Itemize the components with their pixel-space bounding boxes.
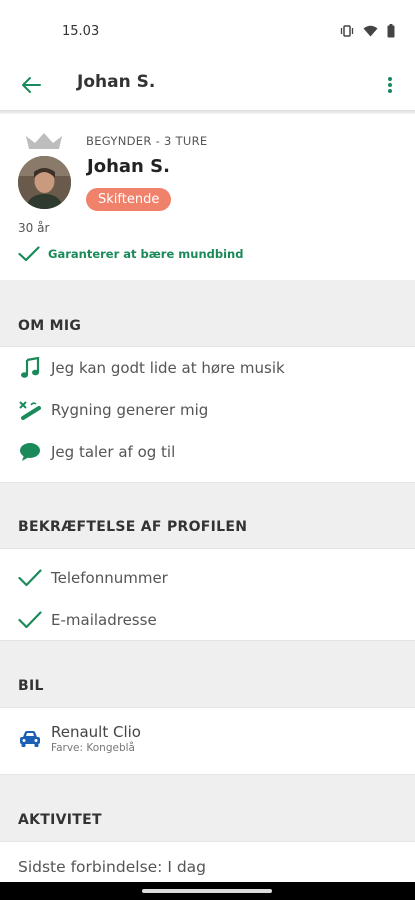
status-icons xyxy=(340,24,395,38)
verification-item-phone: Telefonnummer xyxy=(18,566,168,590)
status-badge: Skiftende xyxy=(86,188,172,211)
profile-name: Johan S. xyxy=(87,156,170,177)
car-color: Farve: Kongeblå xyxy=(51,742,135,754)
about-item-music: Jeg kan godt lide at høre musik xyxy=(18,356,285,380)
arrow-left-icon xyxy=(22,77,41,93)
music-note-icon xyxy=(18,356,42,380)
mask-guarantee-label: Garanterer at bære mundbind xyxy=(48,247,244,261)
about-item-smoking: Rygning generer mig xyxy=(18,398,208,422)
car-icon xyxy=(18,727,42,751)
mask-guarantee: Garanterer at bære mundbind xyxy=(18,246,243,262)
status-time: 15.03 xyxy=(62,24,100,39)
about-item-label: Jeg taler af og til xyxy=(51,443,176,461)
verification-item-label: Telefonnummer xyxy=(51,569,168,587)
car-section-title: BIL xyxy=(18,678,44,694)
page-title: Johan S. xyxy=(77,72,156,92)
verification-section-title: BEKRÆFTELSE AF PROFILEN xyxy=(18,519,248,535)
status-bar: 15.03 xyxy=(0,0,415,60)
car-section: Renault Clio Farve: Kongeblå xyxy=(0,707,415,775)
more-options-button[interactable] xyxy=(375,70,405,100)
app-bar: Johan S. xyxy=(0,60,415,110)
system-nav-bar xyxy=(0,882,415,900)
check-icon xyxy=(18,246,40,262)
crown-icon xyxy=(26,133,62,149)
profile-header: BEGYNDER - 3 TURE Johan S. Skiftende 30 … xyxy=(0,114,415,280)
check-icon xyxy=(18,566,42,590)
vibrate-icon xyxy=(340,25,354,37)
last-connection: Sidste forbindelse: I dag xyxy=(18,858,206,876)
verification-section-header: BEKRÆFTELSE AF PROFILEN xyxy=(0,483,415,548)
verification-section: Telefonnummer E-mailadresse xyxy=(0,548,415,641)
car-name: Renault Clio xyxy=(51,723,141,741)
verification-item-email: E-mailadresse xyxy=(18,608,157,632)
smoking-icon xyxy=(18,398,42,422)
profile-age: 30 år xyxy=(18,221,50,235)
car-details: Renault Clio Farve: Kongeblå xyxy=(51,723,141,755)
activity-section: Sidste forbindelse: I dag xyxy=(0,841,415,882)
activity-section-header: AKTIVITET xyxy=(0,775,415,841)
check-icon xyxy=(18,608,42,632)
car-item: Renault Clio Farve: Kongeblå xyxy=(18,724,141,754)
activity-section-title: AKTIVITET xyxy=(18,812,102,828)
chat-bubble-icon xyxy=(18,440,42,464)
about-section-header: OM MIG xyxy=(0,280,415,346)
wifi-icon xyxy=(363,25,378,37)
about-item-label: Rygning generer mig xyxy=(51,401,209,419)
back-button[interactable] xyxy=(16,70,46,100)
home-gesture-handle[interactable] xyxy=(142,889,272,893)
about-section-title: OM MIG xyxy=(18,318,82,334)
experience-level: BEGYNDER - 3 TURE xyxy=(86,134,208,148)
avatar[interactable] xyxy=(18,156,71,209)
more-vert-icon xyxy=(388,77,392,93)
battery-icon xyxy=(387,24,395,38)
about-item-label: Jeg kan godt lide at høre musik xyxy=(51,359,285,377)
verification-item-label: E-mailadresse xyxy=(51,611,157,629)
car-section-header: BIL xyxy=(0,641,415,707)
avatar-photo xyxy=(18,156,71,209)
about-item-chat: Jeg taler af og til xyxy=(18,440,175,464)
about-section: Jeg kan godt lide at høre musik Rygning … xyxy=(0,346,415,483)
